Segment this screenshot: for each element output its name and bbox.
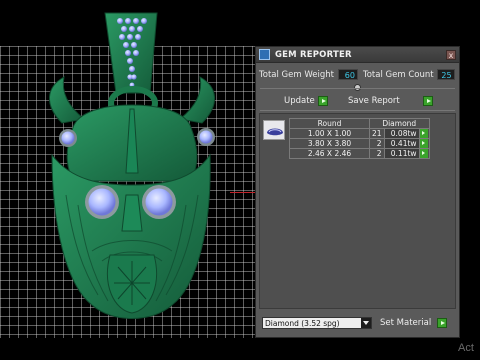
gem-reporter-panel: GEM REPORTER x Total Gem Weight 60 Total… [255,46,460,338]
total-gem-count-value: 25 [436,69,455,80]
close-button[interactable]: x [446,49,456,60]
go-arrow-icon[interactable] [419,129,428,138]
gem-weight: 0.11tw [383,148,420,159]
gem-table: Round Diamond 1.00 X 1.00 21 0.08tw 3.80… [289,118,430,159]
panel-titlebar[interactable]: GEM REPORTER x [256,47,459,63]
update-go-icon[interactable] [317,96,328,106]
gem-qty: 2 [369,138,385,149]
go-arrow-icon[interactable] [419,149,428,158]
set-material-label: Set Material [380,318,432,328]
round-gem-thumbnail[interactable] [263,120,285,140]
table-row[interactable]: 3.80 X 3.80 2 0.41tw [289,138,430,149]
material-row: Diamond (3.52 spg) Set Material [262,316,448,330]
save-report-go-icon[interactable] [423,96,433,106]
divider [260,88,455,89]
gem-weight: 0.08tw [383,128,420,139]
gem-size: 2.46 X 2.46 [289,148,370,159]
update-label: Update [284,96,315,106]
row-go-button[interactable] [418,138,430,149]
gem-qty: 2 [369,148,385,159]
activation-watermark: Act [458,342,474,354]
panel-title: GEM REPORTER [275,49,352,60]
total-gem-weight-label: Total Gem Weight [259,69,334,80]
gem-size: 1.00 X 1.00 [289,128,370,139]
update-button[interactable]: Update [284,96,328,106]
gem-table-header: Round Diamond [289,118,430,129]
material-select-value: Diamond (3.52 spg) [265,319,340,328]
round-diamond-icon [267,128,283,136]
col-shape: Round [289,118,370,129]
action-row: Update Save Report [256,94,459,108]
divider-2 [260,110,455,111]
gem-qty: 21 [369,128,385,139]
gem-size: 3.80 X 3.80 [289,138,370,149]
save-report-button[interactable]: Save Report [348,96,400,106]
viking-pendant-model[interactable] [22,5,242,340]
gem-reporter-icon [259,49,270,60]
total-gem-count-label: Total Gem Count [362,69,434,80]
table-row[interactable]: 2.46 X 2.46 2 0.11tw [289,148,430,159]
gem-weight: 0.41tw [383,138,420,149]
gem-list-area: Round Diamond 1.00 X 1.00 21 0.08tw 3.80… [259,113,456,309]
table-row[interactable]: 1.00 X 1.00 21 0.08tw [289,128,430,139]
row-go-button[interactable] [418,148,430,159]
material-select[interactable]: Diamond (3.52 spg) [262,317,372,329]
close-icon: x [448,50,454,60]
col-material: Diamond [369,118,430,129]
set-material-go-icon[interactable] [437,318,448,328]
save-report-label: Save Report [348,96,400,106]
chevron-down-icon[interactable] [361,318,371,328]
totals-row: Total Gem Weight 60 Total Gem Count 25 [256,66,459,83]
go-arrow-icon[interactable] [419,139,428,148]
row-go-button[interactable] [418,128,430,139]
total-gem-weight-value: 60 [337,69,358,80]
set-material-button[interactable]: Set Material [380,318,448,328]
